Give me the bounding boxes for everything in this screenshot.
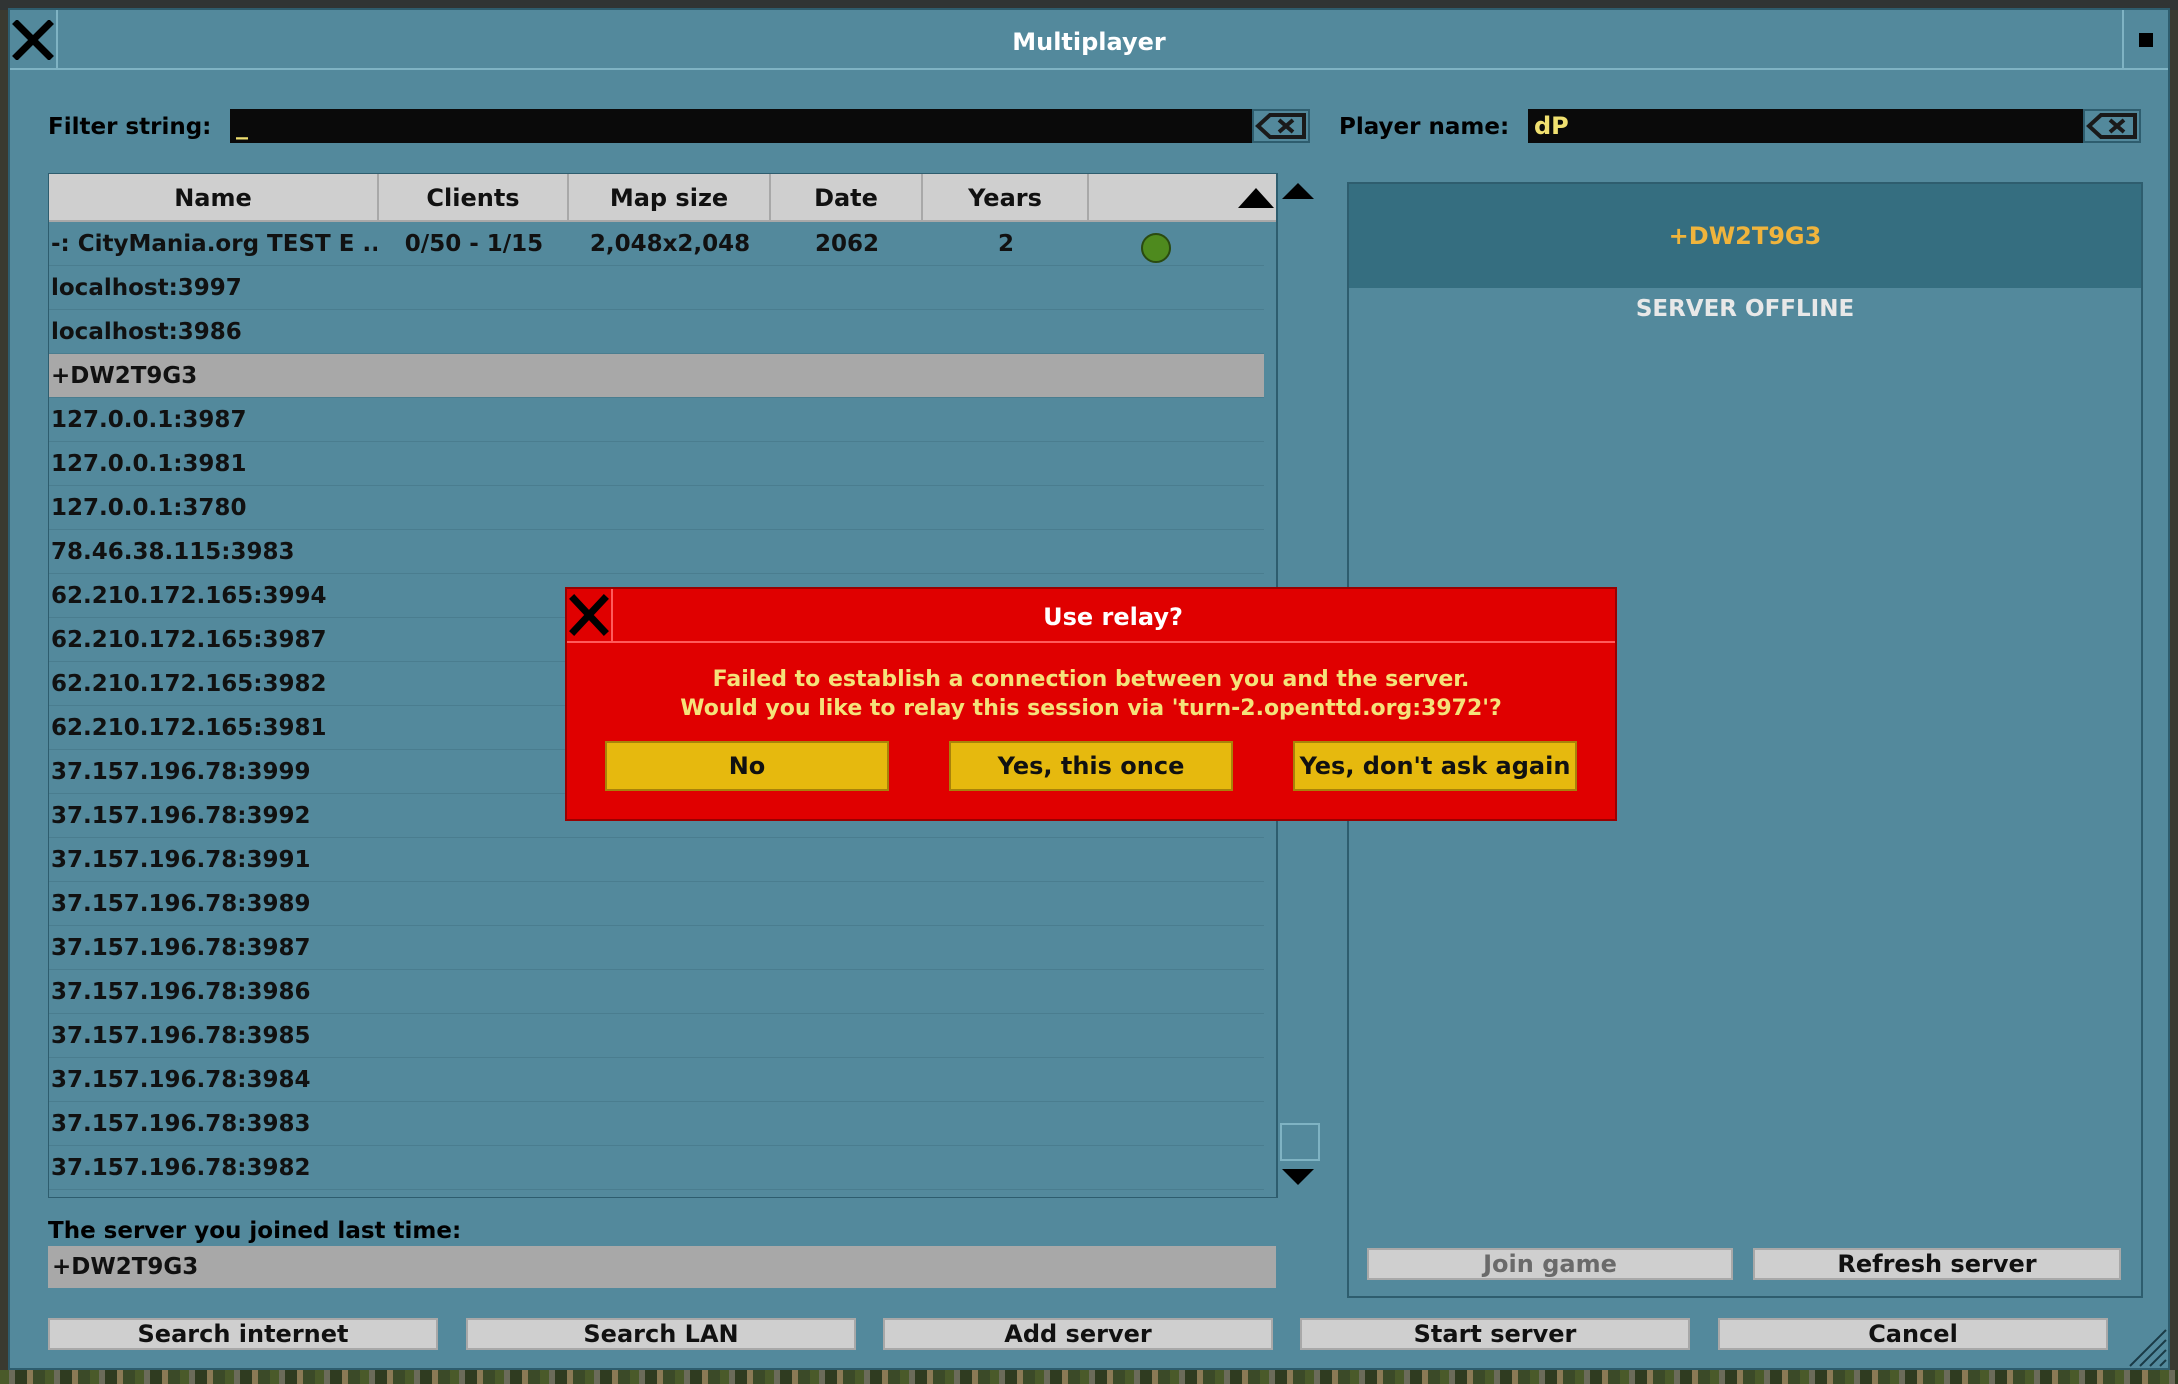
server-row[interactable]: 127.0.0.1:3987: [49, 398, 1264, 442]
server-row[interactable]: 37.157.196.78:3984: [49, 1058, 1264, 1102]
server-row[interactable]: localhost:3986: [49, 310, 1264, 354]
filter-input[interactable]: _: [230, 109, 1252, 143]
resize-grip-icon: [2129, 1329, 2167, 1367]
server-clients: 0/50 - 1/15: [404, 231, 544, 257]
server-name: 127.0.0.1:3780: [51, 495, 247, 521]
server-name: localhost:3997: [51, 275, 242, 301]
server-row[interactable]: localhost:3997: [49, 266, 1264, 310]
column-header-name[interactable]: Name: [49, 174, 379, 222]
resize-handle[interactable]: [2124, 1324, 2168, 1368]
dialog-message-line-1: Failed to establish a connection between…: [712, 667, 1470, 692]
filter-label: Filter string:: [48, 114, 212, 140]
close-icon: [569, 594, 609, 636]
relay-yes-always-button[interactable]: Yes, don't ask again: [1293, 741, 1577, 791]
server-row[interactable]: 37.157.196.78:3986: [49, 970, 1264, 1014]
scroll-down-button[interactable]: [1280, 1159, 1316, 1199]
server-name: 37.157.196.78:3992: [51, 803, 311, 829]
server-name: 62.210.172.165:3994: [51, 583, 327, 609]
dialog-message: Failed to establish a connection between…: [567, 665, 1615, 723]
add-server-button[interactable]: Add server: [883, 1318, 1273, 1350]
server-online-icon: [1141, 233, 1171, 263]
server-name: 37.157.196.78:3991: [51, 847, 311, 873]
sort-ascending-icon: [1238, 188, 1274, 208]
search-lan-button[interactable]: Search LAN: [466, 1318, 856, 1350]
scroll-up-button[interactable]: [1280, 175, 1316, 215]
server-status-text: SERVER OFFLINE: [1635, 296, 1855, 322]
player-name-label: Player name:: [1339, 114, 1510, 140]
server-name: -: CityMania.org TEST E ...: [51, 231, 377, 257]
window-title: Multiplayer: [1012, 28, 1166, 56]
join-game-button[interactable]: Join game: [1367, 1248, 1733, 1280]
server-row[interactable]: 127.0.0.1:3981: [49, 442, 1264, 486]
server-row[interactable]: 37.157.196.78:3991: [49, 838, 1264, 882]
arrow-up-icon: [1282, 183, 1314, 199]
server-name: +DW2T9G3: [51, 363, 198, 389]
server-row[interactable]: 78.46.38.115:3983: [49, 530, 1264, 574]
dialog-message-line-2: Would you like to relay this session via…: [680, 696, 1502, 721]
server-details-name: +DW2T9G3: [1668, 222, 1822, 250]
server-row[interactable]: 37.157.196.78:3982: [49, 1146, 1264, 1190]
server-row-selected[interactable]: +DW2T9G3: [49, 354, 1264, 398]
clear-text-icon: [2086, 113, 2137, 139]
relay-no-button[interactable]: No: [605, 741, 889, 791]
column-header-clients[interactable]: Clients: [379, 174, 569, 222]
start-server-button[interactable]: Start server: [1300, 1318, 1690, 1350]
server-name: 37.157.196.78:3989: [51, 891, 311, 917]
server-row[interactable]: 37.157.196.78:3983: [49, 1102, 1264, 1146]
server-details-header: +DW2T9G3: [1349, 184, 2141, 288]
server-row[interactable]: 127.0.0.1:3780: [49, 486, 1264, 530]
game-viewport-strip: [0, 1370, 2178, 1384]
search-internet-button[interactable]: Search internet: [48, 1318, 438, 1350]
server-date: 2062: [814, 231, 879, 257]
clear-text-icon: [1255, 113, 1306, 139]
server-name: localhost:3986: [51, 319, 242, 345]
dialog-title-bar[interactable]: Use relay?: [567, 589, 1615, 643]
server-name: 62.210.172.165:3982: [51, 671, 327, 697]
filter-clear-button[interactable]: [1252, 109, 1310, 143]
sticky-icon: [2139, 33, 2153, 47]
server-years: 2: [997, 231, 1014, 257]
arrow-down-icon: [1282, 1169, 1314, 1185]
server-row[interactable]: 37.157.196.78:3985: [49, 1014, 1264, 1058]
scroll-thumb[interactable]: [1280, 1123, 1320, 1161]
server-name: 37.157.196.78:3999: [51, 759, 311, 785]
server-name: 127.0.0.1:3981: [51, 451, 247, 477]
server-name: 37.157.196.78:3985: [51, 1023, 311, 1049]
dialog-title: Use relay?: [1043, 603, 1183, 631]
server-row[interactable]: -: CityMania.org TEST E ... 0/50 - 1/15 …: [49, 222, 1264, 266]
player-name-input[interactable]: dP: [1528, 109, 2083, 143]
server-name: 62.210.172.165:3987: [51, 627, 327, 653]
column-header-years[interactable]: Years: [923, 174, 1089, 222]
server-name: 37.157.196.78:3987: [51, 935, 311, 961]
column-header-map-size[interactable]: Map size: [569, 174, 771, 222]
server-name: 37.157.196.78:3986: [51, 979, 311, 1005]
cancel-button[interactable]: Cancel: [1718, 1318, 2108, 1350]
server-row[interactable]: 37.157.196.78:3989: [49, 882, 1264, 926]
server-map-size: 2,048x2,048: [589, 231, 751, 257]
column-header-date[interactable]: Date: [771, 174, 923, 222]
server-name: 37.157.196.78:3983: [51, 1111, 311, 1137]
sticky-button[interactable]: [2122, 10, 2168, 68]
refresh-server-button[interactable]: Refresh server: [1753, 1248, 2121, 1280]
server-name: 78.46.38.115:3983: [51, 539, 295, 565]
dialog-close-button[interactable]: [567, 589, 613, 641]
server-name: 62.210.172.165:3981: [51, 715, 327, 741]
server-name: 37.157.196.78:3982: [51, 1155, 311, 1181]
title-bar[interactable]: Multiplayer: [10, 10, 2168, 70]
server-name: 37.157.196.78:3984: [51, 1067, 311, 1093]
last-server-entry[interactable]: +DW2T9G3: [48, 1246, 1276, 1288]
server-name: 127.0.0.1:3987: [51, 407, 247, 433]
server-row[interactable]: 37.157.196.78:3987: [49, 926, 1264, 970]
use-relay-dialog: Use relay? Failed to establish a connect…: [565, 587, 1617, 821]
player-name-clear-button[interactable]: [2083, 109, 2141, 143]
relay-yes-once-button[interactable]: Yes, this once: [949, 741, 1233, 791]
column-header-status[interactable]: [1089, 174, 1279, 222]
last-server-label: The server you joined last time:: [48, 1218, 462, 1244]
